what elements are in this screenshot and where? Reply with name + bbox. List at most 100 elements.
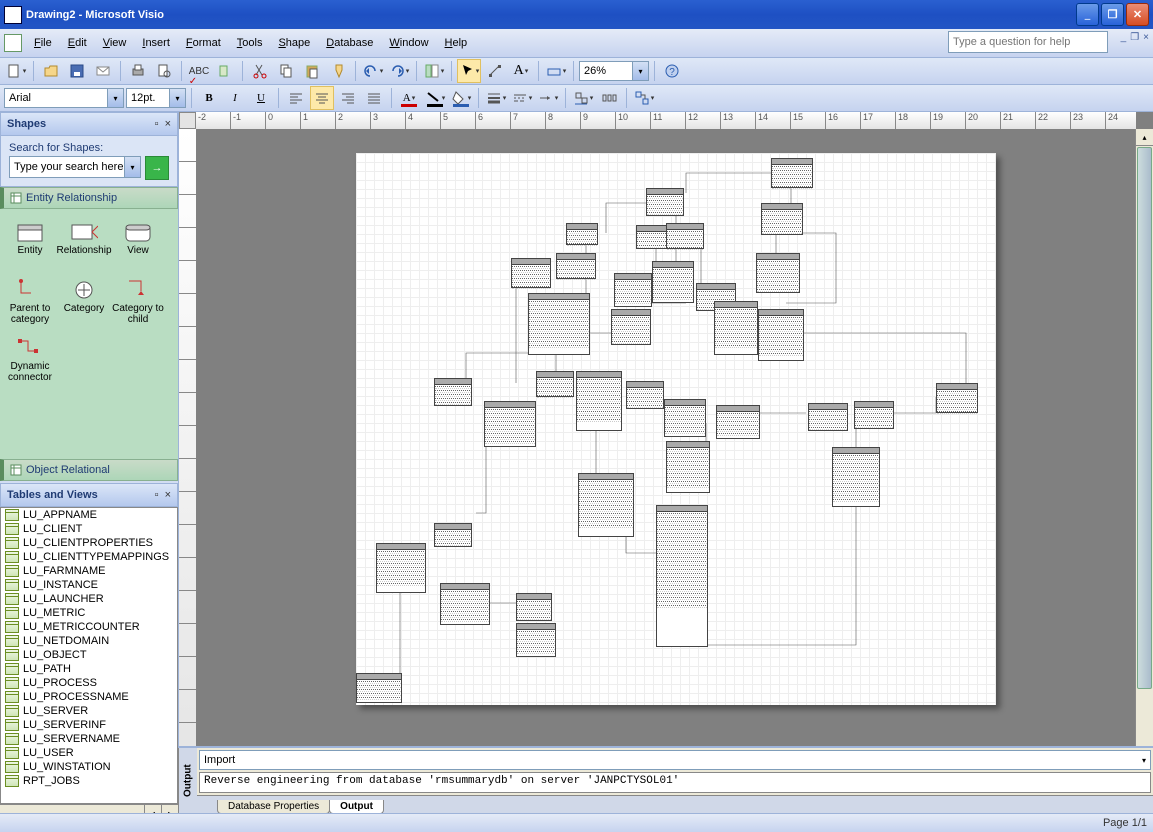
entity-shape[interactable] (646, 188, 684, 216)
redo-button[interactable]: ▾ (387, 59, 411, 83)
cut-button[interactable] (248, 59, 272, 83)
menu-window[interactable]: Window (381, 35, 436, 51)
entity-shape[interactable] (536, 371, 574, 397)
menu-format[interactable]: Format (178, 35, 229, 51)
shapes-search-go-button[interactable]: → (145, 156, 169, 180)
table-item[interactable]: LU_FARMNAME (1, 564, 177, 578)
entity-shape[interactable] (666, 223, 704, 249)
entity-shape[interactable] (356, 673, 402, 703)
entity-shape[interactable] (761, 203, 803, 235)
table-item[interactable]: LU_APPNAME (1, 508, 177, 522)
table-item[interactable]: LU_PROCESS (1, 676, 177, 690)
connector-tool-button[interactable] (483, 59, 507, 83)
underline-button[interactable]: U (249, 86, 273, 110)
table-item[interactable]: LU_NETDOMAIN (1, 634, 177, 648)
drawing-tools-button[interactable]: ▾ (544, 59, 568, 83)
text-tool-button[interactable]: A▾ (509, 59, 533, 83)
minimize-button[interactable]: _ (1076, 3, 1099, 26)
entity-shape[interactable] (664, 399, 706, 437)
entity-shape[interactable] (832, 447, 880, 507)
entity-shape[interactable] (716, 405, 760, 439)
table-item[interactable]: LU_METRIC (1, 606, 177, 620)
bottom-tab-database-properties[interactable]: Database Properties (217, 800, 330, 814)
entity-shape[interactable] (434, 523, 472, 547)
save-button[interactable] (65, 59, 89, 83)
tables-panel-dock-button[interactable]: ▫ (155, 489, 159, 501)
shape-view[interactable]: View (112, 217, 164, 273)
align-right-button[interactable] (336, 86, 360, 110)
vertical-scrollbar[interactable]: ▴ ▾ (1135, 129, 1153, 790)
entity-shape[interactable] (808, 403, 848, 431)
research-button[interactable] (213, 59, 237, 83)
help-button[interactable]: ? (660, 59, 684, 83)
page-area[interactable] (196, 129, 1136, 790)
table-item[interactable]: LU_CLIENTTYPEMAPPINGS (1, 550, 177, 564)
font-name-combo[interactable]: Arial▾ (4, 88, 124, 108)
menu-insert[interactable]: Insert (134, 35, 178, 51)
align-center-button[interactable] (310, 86, 334, 110)
shape-dynamic-connector[interactable]: Dynamic connector (4, 333, 56, 389)
shape-relationship[interactable]: Relationship (58, 217, 110, 273)
table-item[interactable]: LU_WINSTATION (1, 760, 177, 774)
entity-shape[interactable] (376, 543, 426, 593)
entity-shape[interactable] (440, 583, 490, 625)
entity-shape[interactable] (566, 223, 598, 245)
entity-shape[interactable] (484, 401, 536, 447)
entity-shape[interactable] (714, 301, 758, 355)
table-item[interactable]: LU_SERVER (1, 704, 177, 718)
mdi-minimize-button[interactable]: _ (1121, 32, 1127, 43)
table-item[interactable]: LU_OBJECT (1, 648, 177, 662)
align-justify-button[interactable] (362, 86, 386, 110)
print-button[interactable] (126, 59, 150, 83)
fill-color-button[interactable]: ▾ (449, 86, 473, 110)
maximize-button[interactable]: ❐ (1101, 3, 1124, 26)
align-shapes-button[interactable]: ▾ (571, 86, 595, 110)
output-panel-tab[interactable]: Output (178, 748, 197, 814)
stencil-entity-relationship[interactable]: Entity Relationship (0, 187, 178, 209)
mdi-restore-button[interactable]: ❐ (1130, 32, 1139, 43)
entity-shape[interactable] (936, 383, 978, 413)
font-color-button[interactable]: A▾ (397, 86, 421, 110)
print-preview-button[interactable] (152, 59, 176, 83)
copy-button[interactable] (274, 59, 298, 83)
line-color-button[interactable]: ▾ (423, 86, 447, 110)
menu-file[interactable]: File (26, 35, 60, 51)
entity-shape[interactable] (626, 381, 664, 409)
close-button[interactable]: ✕ (1126, 3, 1149, 26)
entity-shape[interactable] (656, 505, 708, 647)
entity-shape[interactable] (434, 378, 472, 406)
menu-edit[interactable]: Edit (60, 35, 95, 51)
shape-category-to-child[interactable]: Category to child (112, 275, 164, 331)
undo-button[interactable]: ▾ (361, 59, 385, 83)
entity-shape[interactable] (758, 309, 804, 361)
drawing-page[interactable] (356, 153, 996, 705)
table-item[interactable]: LU_INSTANCE (1, 578, 177, 592)
table-item[interactable]: LU_PROCESSNAME (1, 690, 177, 704)
shapes-panel-dock-button[interactable]: ▫ (155, 118, 159, 130)
italic-button[interactable]: I (223, 86, 247, 110)
shape-category[interactable]: Category (58, 275, 110, 331)
shapes-window-button[interactable]: ▾ (422, 59, 446, 83)
table-item[interactable]: LU_CLIENTPROPERTIES (1, 536, 177, 550)
entity-shape[interactable] (614, 273, 652, 307)
format-painter-button[interactable] (326, 59, 350, 83)
entity-shape[interactable] (528, 293, 590, 355)
scroll-up-button[interactable]: ▴ (1136, 129, 1153, 146)
line-weight-button[interactable]: ▾ (484, 86, 508, 110)
line-pattern-button[interactable]: ▾ (510, 86, 534, 110)
font-size-combo[interactable]: 12pt.▾ (126, 88, 186, 108)
visio-icon[interactable] (4, 34, 22, 52)
shapes-panel-close-button[interactable]: × (165, 118, 171, 130)
table-item[interactable]: LU_PATH (1, 662, 177, 676)
table-item[interactable]: LU_METRICCOUNTER (1, 620, 177, 634)
entity-shape[interactable] (511, 258, 551, 288)
drawing-canvas[interactable]: -2-1012345678910111213141516171819202122… (179, 112, 1153, 821)
bottom-tab-output[interactable]: Output (329, 800, 384, 814)
entity-shape[interactable] (771, 158, 813, 188)
line-ends-button[interactable]: ▾ (536, 86, 560, 110)
entity-shape[interactable] (666, 441, 710, 493)
entity-shape[interactable] (756, 253, 800, 293)
table-item[interactable]: RPT_JOBS (1, 774, 177, 788)
entity-shape[interactable] (516, 593, 552, 621)
entity-shape[interactable] (636, 225, 670, 249)
